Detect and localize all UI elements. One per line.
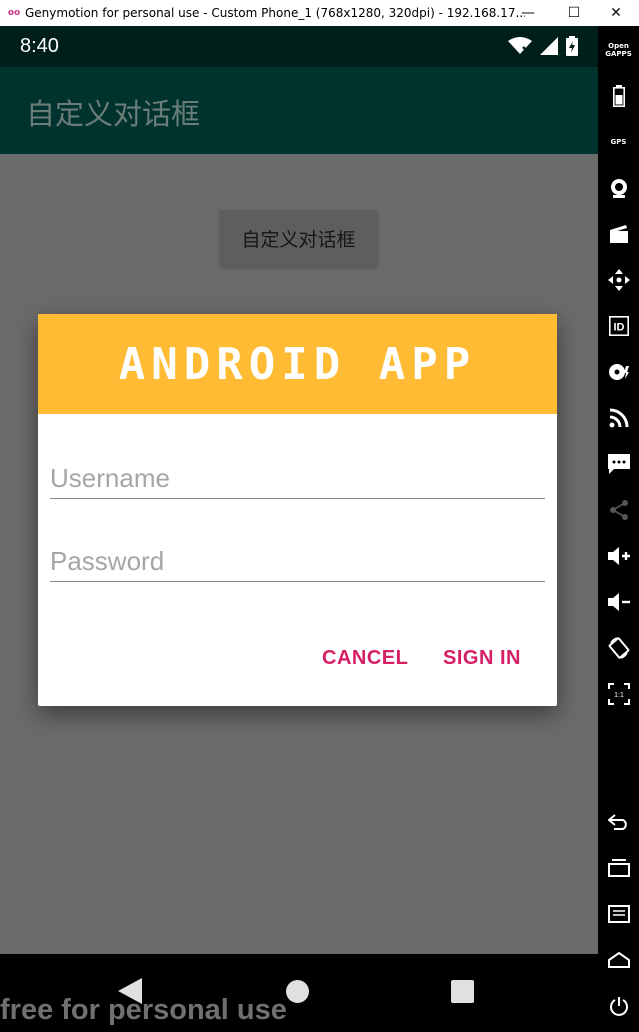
menu-icon[interactable] bbox=[598, 898, 639, 930]
volume-up-icon[interactable] bbox=[598, 540, 639, 572]
home-icon[interactable] bbox=[598, 944, 639, 976]
back-icon[interactable] bbox=[598, 806, 639, 838]
power-icon[interactable] bbox=[598, 990, 639, 1022]
screencast-icon[interactable] bbox=[598, 218, 639, 250]
close-button[interactable]: ✕ bbox=[593, 0, 639, 26]
network-icon[interactable] bbox=[598, 402, 639, 434]
minimize-button[interactable]: — bbox=[505, 0, 551, 26]
svg-text:1:1: 1:1 bbox=[614, 692, 624, 699]
signal-icon bbox=[540, 37, 558, 55]
sms-icon[interactable] bbox=[598, 448, 639, 480]
recent-apps-icon[interactable] bbox=[598, 852, 639, 884]
gps-icon[interactable]: GPS bbox=[598, 126, 639, 158]
disk-io-icon[interactable] bbox=[598, 356, 639, 388]
share-icon[interactable] bbox=[598, 494, 639, 526]
cancel-button[interactable]: CANCEL bbox=[322, 647, 408, 670]
android-screen: 8:40 自定义对话框 自定义对话框 ANDROID APP Username … bbox=[0, 26, 598, 1032]
genymotion-window: oo Genymotion for personal use - Custom … bbox=[0, 0, 639, 1032]
identifiers-icon[interactable]: ID bbox=[598, 310, 639, 342]
window-title: Genymotion for personal use - Custom Pho… bbox=[25, 6, 525, 20]
password-field bbox=[50, 532, 545, 582]
password-input[interactable] bbox=[50, 532, 545, 581]
maximize-button[interactable]: ☐ bbox=[551, 0, 597, 26]
watermark: free for personal use bbox=[0, 994, 287, 1026]
svg-text:ID: ID bbox=[613, 322, 624, 334]
genymotion-logo-icon: oo bbox=[7, 8, 21, 18]
app-bar: 自定义对话框 bbox=[0, 67, 598, 154]
battery-icon bbox=[566, 36, 578, 56]
sign-in-button[interactable]: SIGN IN bbox=[443, 647, 521, 670]
rotate-icon[interactable] bbox=[598, 632, 639, 664]
username-field bbox=[50, 449, 545, 499]
nav-recents-icon[interactable] bbox=[451, 980, 474, 1003]
app-title: 自定义对话框 bbox=[26, 97, 201, 131]
volume-down-icon[interactable] bbox=[598, 586, 639, 618]
status-icons bbox=[508, 36, 578, 56]
custom-dialog: ANDROID APP CANCEL SIGN IN bbox=[38, 314, 557, 706]
open-gapps-icon[interactable]: Open GAPPS bbox=[598, 34, 639, 66]
dpad-icon[interactable] bbox=[598, 264, 639, 296]
webcam-icon[interactable] bbox=[598, 172, 639, 204]
battery-icon[interactable] bbox=[598, 80, 639, 112]
nav-home-icon[interactable] bbox=[286, 980, 309, 1003]
status-bar: 8:40 bbox=[0, 26, 598, 67]
genymotion-toolbar: Open GAPPS GPS ID 1:1 bbox=[598, 26, 639, 1032]
pixel-perfect-icon[interactable]: 1:1 bbox=[598, 678, 639, 710]
dialog-header-text: ANDROID APP bbox=[118, 338, 477, 390]
wifi-icon bbox=[508, 37, 532, 54]
username-input[interactable] bbox=[50, 449, 545, 498]
custom-dialog-button[interactable]: 自定义对话框 bbox=[220, 210, 377, 267]
status-time: 8:40 bbox=[20, 35, 59, 57]
dialog-header-banner: ANDROID APP bbox=[38, 314, 557, 414]
window-titlebar: oo Genymotion for personal use - Custom … bbox=[0, 0, 639, 26]
